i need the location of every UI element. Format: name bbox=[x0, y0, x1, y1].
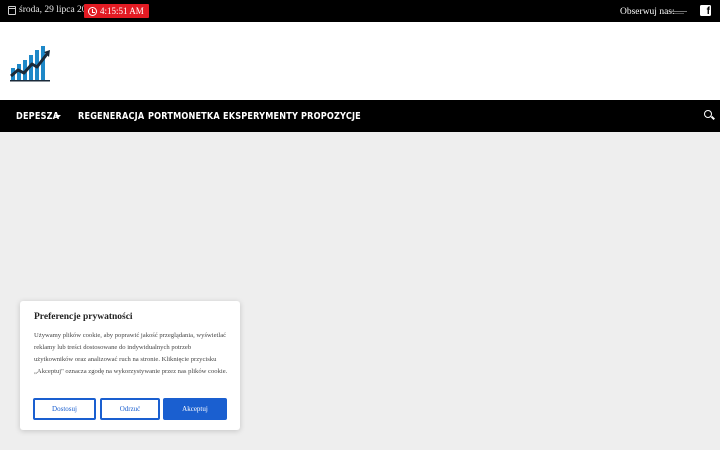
follow-divider bbox=[671, 11, 687, 12]
nav-item-regeneracja[interactable]: REGENERACJA bbox=[78, 111, 144, 122]
cookie-dialog-title: Preferencje prywatności bbox=[34, 312, 133, 322]
accept-button[interactable]: Akceptuj bbox=[163, 398, 227, 420]
search-icon[interactable] bbox=[704, 110, 712, 118]
calendar-icon bbox=[8, 6, 16, 15]
nav-item-depesza[interactable]: DEPESZA bbox=[16, 111, 59, 122]
current-time: 4:15:51 AM bbox=[100, 6, 144, 16]
nav-item-eksperymenty[interactable]: EKSPERYMENTY bbox=[223, 111, 298, 122]
chevron-down-icon[interactable] bbox=[55, 115, 61, 118]
time-badge: 4:15:51 AM bbox=[84, 4, 149, 18]
top-bar: środa, 29 lipca 2026 4:15:51 AM Obserwuj… bbox=[0, 0, 720, 22]
site-logo[interactable] bbox=[10, 40, 52, 82]
clock-icon bbox=[88, 6, 97, 16]
cookie-consent-dialog: Preferencje prywatności Używamy plików c… bbox=[20, 301, 240, 430]
follow-divider bbox=[674, 13, 684, 14]
cookie-dialog-text: Używamy plików cookie, aby poprawić jako… bbox=[34, 332, 228, 375]
follow-label: Obserwuj nas: bbox=[620, 7, 675, 17]
reject-button[interactable]: Odrzuć bbox=[100, 398, 160, 420]
nav-item-portmonetka[interactable]: PORTMONETKA bbox=[148, 111, 220, 122]
nav-item-propozycje[interactable]: PROPOZYCJE bbox=[301, 111, 361, 122]
site-header bbox=[0, 22, 720, 100]
facebook-icon[interactable]: f bbox=[700, 5, 711, 17]
customize-button[interactable]: Dostosuj bbox=[33, 398, 96, 420]
